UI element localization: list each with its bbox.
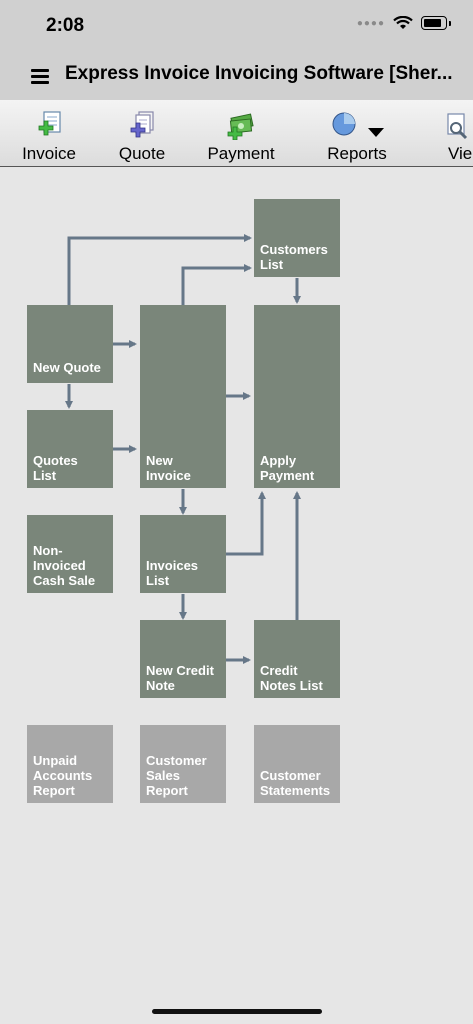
- new-credit-note-box[interactable]: New Credit Note: [140, 620, 226, 698]
- unpaid-label-2: Accounts: [33, 768, 93, 783]
- statements-label-1: Customer: [260, 768, 321, 783]
- cash-sale-label-3: Cash Sale: [33, 573, 96, 588]
- new-quote-label: New Quote: [33, 360, 101, 375]
- credit-notes-label-2: Notes List: [260, 678, 323, 693]
- status-icons: ●●●●: [357, 16, 451, 30]
- cash-sale-label-1: Non-: [33, 543, 63, 558]
- view-button[interactable]: Vie: [442, 110, 473, 164]
- new-credit-label-1: New Credit: [146, 663, 214, 678]
- window-title: Express Invoice Invoicing Software [Sher…: [65, 63, 453, 84]
- credit-notes-list-box[interactable]: Credit Notes List: [254, 620, 340, 698]
- payment-label: Payment: [207, 144, 275, 163]
- quotes-list-box[interactable]: Quotes List: [27, 410, 113, 488]
- invoices-list-label-1: Invoices: [146, 558, 199, 573]
- customer-sales-report-box[interactable]: Customer Sales Report: [140, 725, 226, 803]
- wifi-icon: [393, 16, 413, 29]
- invoices-list-label-2: List: [146, 573, 170, 588]
- customer-statements-box[interactable]: Customer Statements: [254, 725, 340, 803]
- new-invoice-box[interactable]: New Invoice: [140, 305, 226, 488]
- cash-sale-label-2: Invoiced: [33, 558, 86, 573]
- status-bar: 2:08 ●●●●: [0, 0, 473, 52]
- view-label: Vie: [448, 144, 473, 163]
- apply-payment-label-2: Payment: [260, 468, 315, 483]
- statements-label-2: Statements: [260, 783, 331, 798]
- customers-list-label-1: Customers: [260, 242, 328, 257]
- sales-report-label-3: Report: [146, 783, 188, 798]
- non-invoiced-cash-sale-box[interactable]: Non- Invoiced Cash Sale: [27, 515, 113, 593]
- new-quote-box[interactable]: New Quote: [27, 305, 113, 383]
- apply-payment-box[interactable]: Apply Payment: [254, 305, 340, 488]
- reports-button[interactable]: Reports: [326, 110, 388, 164]
- invoice-button[interactable]: Invoice: [22, 110, 76, 164]
- battery-cap: [449, 20, 451, 26]
- quotes-list-label-2: List: [33, 468, 57, 483]
- sales-report-label-2: Sales: [146, 768, 180, 783]
- battery-icon: [421, 16, 447, 30]
- status-time: 2:08: [46, 15, 85, 36]
- new-invoice-label-2: Invoice: [146, 468, 191, 483]
- new-invoice-icon: [38, 111, 61, 136]
- invoices-list-box[interactable]: Invoices List: [140, 515, 226, 593]
- home-indicator[interactable]: [152, 1009, 322, 1014]
- quote-button[interactable]: Quote: [118, 110, 166, 164]
- customers-list-box[interactable]: Customers List: [254, 199, 340, 277]
- arrow-newquote-to-customers: [67, 234, 252, 305]
- new-credit-label-2: Note: [146, 678, 175, 693]
- dropdown-arrow-icon[interactable]: [368, 128, 384, 138]
- flow-arrows: [65, 234, 301, 664]
- title-bar: Express Invoice Invoicing Software [Sher…: [0, 52, 473, 100]
- sales-report-label-1: Customer: [146, 753, 207, 768]
- flow-diagram: Customers List New Quote New Invoice App…: [0, 167, 473, 1024]
- menu-icon[interactable]: [31, 69, 49, 84]
- new-quote-icon: [130, 111, 154, 138]
- quote-label: Quote: [118, 144, 166, 163]
- apply-payment-label-1: Apply: [260, 453, 297, 468]
- signal-icon: ●●●●: [356, 17, 385, 29]
- arrow-invoiceslist-to-payment: [226, 491, 266, 556]
- customers-list-label-2: List: [260, 257, 284, 272]
- quotes-list-label-1: Quotes: [33, 453, 78, 468]
- unpaid-label-3: Report: [33, 783, 75, 798]
- new-invoice-label-1: New: [146, 453, 173, 468]
- view-icon: [447, 113, 468, 140]
- reports-pie-icon: [332, 112, 356, 136]
- invoice-label: Invoice: [22, 144, 76, 163]
- arrow-newinvoice-to-customers: [181, 264, 252, 305]
- unpaid-accounts-report-box[interactable]: Unpaid Accounts Report: [27, 725, 113, 803]
- payment-money-icon: [227, 113, 254, 140]
- unpaid-label-1: Unpaid: [33, 753, 78, 768]
- toolbar: Invoice Quote Payment Reports Vie: [0, 100, 473, 167]
- payment-button[interactable]: Payment: [206, 110, 276, 164]
- credit-notes-label-1: Credit: [260, 663, 298, 678]
- reports-label: Reports: [327, 144, 387, 163]
